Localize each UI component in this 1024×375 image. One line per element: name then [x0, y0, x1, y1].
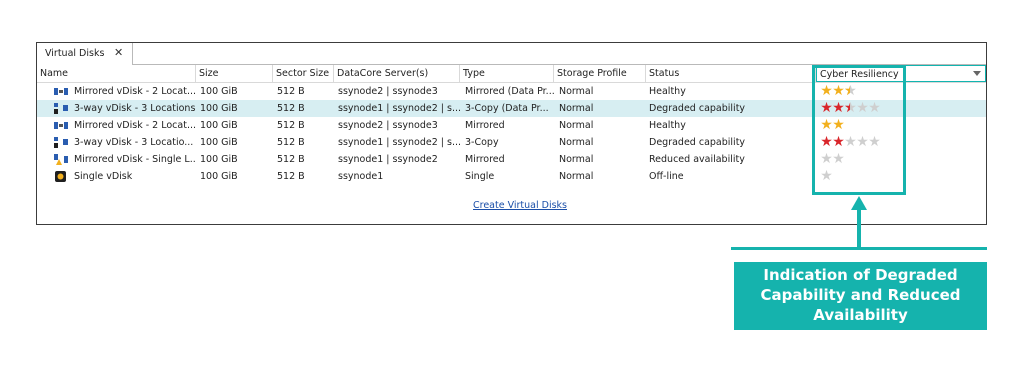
3way-vdisk-icon	[54, 103, 68, 114]
cell-name: Mirrored vDisk - 2 Locat...	[74, 120, 196, 131]
callout-box: Indication of Degraded Capability and Re…	[734, 262, 987, 330]
cell-size: 100 GiB	[200, 137, 238, 148]
cell-servers: ssynode1 | ssynode2 | s...	[338, 137, 460, 148]
cyber-resiliency-highlight-box	[812, 65, 906, 195]
callout-line-1: Indication of Degraded	[763, 266, 958, 284]
dropdown-arrow-icon[interactable]	[973, 71, 981, 76]
cell-size: 100 GiB	[200, 154, 238, 165]
tab-strip: Virtual Disks ✕	[37, 43, 986, 65]
cell-profile: Normal	[559, 120, 594, 131]
callout-line-2: Capability and Reduced	[760, 286, 961, 304]
single-vdisk-icon	[54, 171, 68, 182]
cell-type: 3-Copy	[465, 137, 499, 148]
cell-status: Degraded capability	[649, 103, 746, 114]
tab-label: Virtual Disks	[45, 48, 105, 59]
cell-servers: ssynode2 | ssynode3	[338, 120, 438, 131]
cell-profile: Normal	[559, 103, 594, 114]
cell-type: Mirrored	[465, 120, 505, 131]
close-tab-icon[interactable]: ✕	[114, 46, 123, 59]
cell-sector: 512 B	[277, 120, 305, 131]
cell-type: Mirrored	[465, 154, 505, 165]
cell-profile: Normal	[559, 86, 594, 97]
cell-sector: 512 B	[277, 103, 305, 114]
cell-status: Healthy	[649, 86, 686, 97]
mirrored-vdisk-warning-icon	[54, 154, 68, 165]
cell-size: 100 GiB	[200, 171, 238, 182]
callout-connector-line	[731, 247, 987, 250]
column-header-status[interactable]: Status	[646, 65, 816, 82]
cell-name: 3-way vDisk - 3 Locatio...	[74, 137, 194, 148]
cell-status: Degraded capability	[649, 137, 746, 148]
column-header-type[interactable]: Type	[460, 65, 554, 82]
mirrored-vdisk-icon	[54, 120, 68, 131]
column-header-name[interactable]: Name	[37, 65, 196, 82]
cell-type: Mirrored (Data Pr...	[465, 86, 555, 97]
create-virtual-disks-link[interactable]: Create Virtual Disks	[473, 200, 567, 211]
cell-servers: ssynode1 | ssynode2 | s...	[338, 103, 460, 114]
cell-profile: Normal	[559, 154, 594, 165]
column-header-profile[interactable]: Storage Profile	[554, 65, 646, 82]
cell-servers: ssynode2 | ssynode3	[338, 86, 438, 97]
column-header-sector[interactable]: Sector Size	[273, 65, 334, 82]
cell-servers: ssynode1 | ssynode2	[338, 154, 438, 165]
cell-status: Off-line	[649, 171, 684, 182]
cell-size: 100 GiB	[200, 86, 238, 97]
cell-size: 100 GiB	[200, 103, 238, 114]
cell-type: Single	[465, 171, 495, 182]
cell-servers: ssynode1	[338, 171, 384, 182]
3way-vdisk-icon	[54, 137, 68, 148]
cell-name: Single vDisk	[74, 171, 133, 182]
arrow-stem	[857, 208, 861, 249]
cell-name: Mirrored vDisk - Single L...	[74, 154, 196, 165]
cell-status: Reduced availability	[649, 154, 745, 165]
cell-sector: 512 B	[277, 171, 305, 182]
cell-profile: Normal	[559, 171, 594, 182]
cell-sector: 512 B	[277, 154, 305, 165]
cell-status: Healthy	[649, 120, 686, 131]
column-header-size[interactable]: Size	[196, 65, 273, 82]
cell-size: 100 GiB	[200, 120, 238, 131]
cell-name: 3-way vDisk - 3 Locations	[74, 103, 196, 114]
cell-type: 3-Copy (Data Pr...	[465, 103, 549, 114]
cell-name: Mirrored vDisk - 2 Locat...	[74, 86, 196, 97]
tab-virtual-disks[interactable]: Virtual Disks ✕	[37, 43, 133, 65]
cell-sector: 512 B	[277, 86, 305, 97]
mirrored-vdisk-icon	[54, 86, 68, 97]
cell-sector: 512 B	[277, 137, 305, 148]
callout-line-3: Availability	[813, 306, 908, 324]
column-header-servers[interactable]: DataCore Server(s)	[334, 65, 460, 82]
cell-profile: Normal	[559, 137, 594, 148]
